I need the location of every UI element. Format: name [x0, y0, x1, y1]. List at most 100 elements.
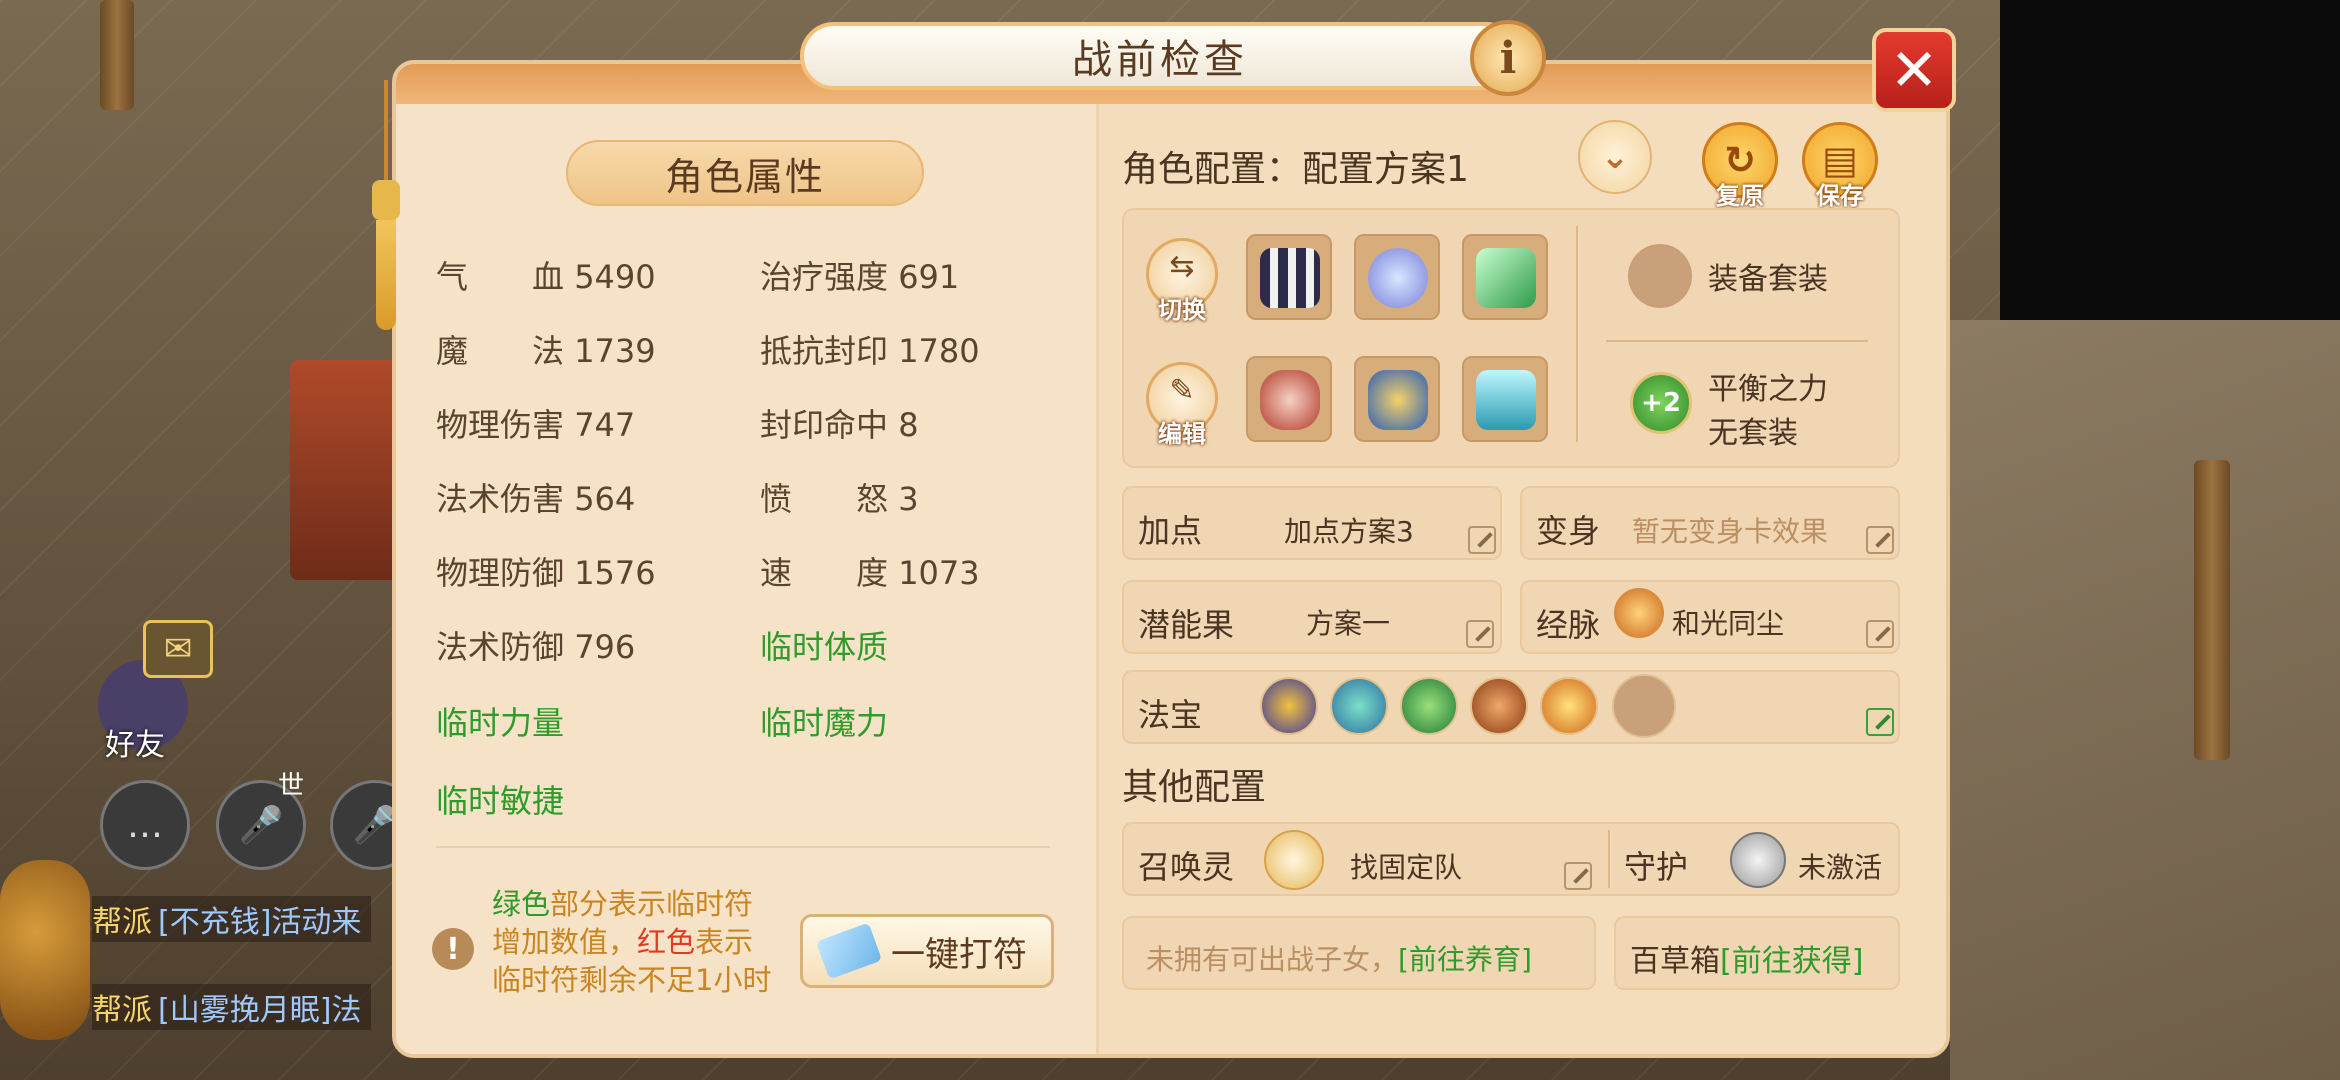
- edit-label: 编辑: [1158, 420, 1206, 448]
- children-link[interactable]: [前往养育]: [1398, 943, 1532, 976]
- potential-value: 方案一: [1306, 607, 1391, 640]
- friend-label: 好友: [105, 728, 165, 763]
- temp-note-line2: 增加数值，红色表示: [492, 925, 754, 959]
- equip-slot-helmet[interactable]: [1246, 234, 1332, 320]
- equip-slot-belt[interactable]: [1354, 356, 1440, 442]
- one-key-charm-button[interactable]: 一键打符: [800, 914, 1054, 988]
- addpoint-label: 加点: [1138, 512, 1203, 550]
- balance-power-name: 平衡之力: [1708, 372, 1828, 407]
- attributes-header: 角色属性: [566, 140, 924, 206]
- dialog-title: 战前检查: [1072, 37, 1248, 83]
- attr-value: 747: [574, 406, 636, 444]
- equip-slot-boots[interactable]: [1462, 356, 1548, 442]
- config-title: 角色配置：配置方案1: [1122, 149, 1469, 190]
- attributes-divider: [436, 846, 1050, 848]
- attr-temp-constitution: 临时体质: [760, 622, 888, 668]
- attr-value: 564: [574, 480, 636, 518]
- attr-value: 1780: [898, 332, 980, 370]
- temp-note-line3: 临时符剩余不足1小时: [492, 963, 772, 997]
- attr-value: 796: [574, 628, 636, 666]
- treasure-dragon-icon[interactable]: [1330, 677, 1388, 735]
- addpoint-edit-icon[interactable]: [1468, 526, 1496, 554]
- chat-text: [山雾挽月眠]法: [158, 993, 362, 1028]
- equip-slot-armor[interactable]: [1246, 356, 1332, 442]
- equip-set-divider: [1606, 340, 1868, 342]
- children-text: 未拥有可出战子女，[前往养育]: [1146, 943, 1532, 976]
- treasure-gourd-icon[interactable]: [1400, 677, 1458, 735]
- balance-power-status: 无套装: [1708, 416, 1798, 451]
- transform-label: 变身: [1536, 512, 1601, 550]
- attr-speed: 速 度 1073: [760, 548, 980, 594]
- one-key-charm-label: 一键打符: [891, 934, 1027, 975]
- attr-label: 法术伤害: [436, 480, 565, 518]
- charm-icon: [815, 922, 883, 980]
- scene-floor-right: [1950, 320, 2340, 1080]
- transform-edit-icon[interactable]: [1866, 526, 1894, 554]
- attr-label: 封印命中: [760, 406, 889, 444]
- offscreen-area: [2000, 0, 2340, 320]
- attr-label: 抵抗封印: [760, 332, 889, 370]
- attr-temp-agility: 临时敏捷: [436, 776, 564, 822]
- attr-heal-power: 治疗强度 691: [760, 252, 959, 298]
- attr-temp-magic: 临时魔力: [760, 698, 888, 744]
- dialog-title-bar: 战前检查: [800, 22, 1520, 90]
- scene-kettle: [0, 860, 90, 1040]
- attr-label: 物理防御: [436, 554, 565, 592]
- summon-spirit-icon: [1264, 830, 1324, 890]
- attr-label: 法术防御: [436, 628, 565, 666]
- attr-magic-defense: 法术防御 796: [436, 622, 635, 668]
- mail-icon[interactable]: ✉: [143, 620, 213, 678]
- attr-label: 临时魔力: [760, 704, 889, 742]
- scene-furniture: [290, 360, 400, 580]
- chat-bubble-icon[interactable]: …: [100, 780, 190, 870]
- summon-label: 召唤灵: [1138, 848, 1235, 886]
- attr-label: 治疗强度: [760, 258, 889, 296]
- equip-slot-necklace[interactable]: [1354, 234, 1440, 320]
- attr-temp-strength: 临时力量: [436, 698, 564, 744]
- treasure-edit-icon[interactable]: [1866, 708, 1894, 736]
- world-channel-label: 世: [278, 771, 305, 801]
- other-config-title: 其他配置: [1122, 767, 1267, 808]
- summon-guard-divider: [1608, 830, 1610, 888]
- attr-value: 1739: [574, 332, 656, 370]
- treasure-warrior-icon[interactable]: [1260, 677, 1318, 735]
- meridian-label: 经脉: [1536, 606, 1601, 644]
- equip-slot-weapon[interactable]: [1462, 234, 1548, 320]
- treasure-bell-icon[interactable]: [1470, 677, 1528, 735]
- attr-rage: 愤 怒 3: [760, 474, 919, 520]
- attr-seal-resist: 抵抗封印 1780: [760, 326, 980, 372]
- chat-tag: 帮派: [92, 905, 152, 940]
- addpoint-value: 加点方案3: [1284, 515, 1414, 548]
- summon-value: 找固定队: [1350, 851, 1463, 884]
- equip-divider: [1576, 226, 1578, 442]
- warning-icon: !: [432, 928, 474, 970]
- attr-value: 3: [898, 480, 919, 518]
- info-button[interactable]: i: [1470, 20, 1546, 96]
- attr-hp: 气 血 5490: [436, 252, 656, 298]
- attr-physical-defense: 物理防御 1576: [436, 548, 656, 594]
- chat-line[interactable]: 帮派 [山雾挽月眠]法: [92, 984, 372, 1030]
- summon-edit-icon[interactable]: [1564, 862, 1592, 890]
- attr-value: 8: [898, 406, 919, 444]
- chat-line[interactable]: 帮派 [不充钱]活动来: [92, 896, 372, 942]
- herb-link[interactable]: [前往获得]: [1720, 944, 1863, 979]
- attr-magic-damage: 法术伤害 564: [436, 474, 635, 520]
- guard-label: 守护: [1624, 848, 1689, 886]
- attr-mp: 魔 法 1739: [436, 326, 656, 372]
- chevron-down-icon[interactable]: ⌄: [1578, 120, 1652, 194]
- attr-label: 愤 怒: [760, 480, 889, 518]
- attr-value: 1073: [898, 554, 980, 592]
- close-button[interactable]: ✕: [1872, 28, 1956, 112]
- attr-label: 气 血: [436, 258, 565, 296]
- treasure-fan-icon[interactable]: [1540, 677, 1598, 735]
- transform-value: 暂无变身卡效果: [1632, 515, 1829, 548]
- treasure-empty-slot[interactable]: [1612, 674, 1676, 738]
- restore-label: 复原: [1716, 182, 1764, 210]
- potential-edit-icon[interactable]: [1466, 620, 1494, 648]
- attr-label: 临时敏捷: [436, 782, 565, 820]
- potential-label: 潜能果: [1138, 606, 1235, 644]
- tassel-ornament: [372, 80, 400, 330]
- equip-set-icon[interactable]: [1628, 244, 1692, 308]
- equip-set-label: 装备套装: [1708, 262, 1828, 297]
- meridian-edit-icon[interactable]: [1866, 620, 1894, 648]
